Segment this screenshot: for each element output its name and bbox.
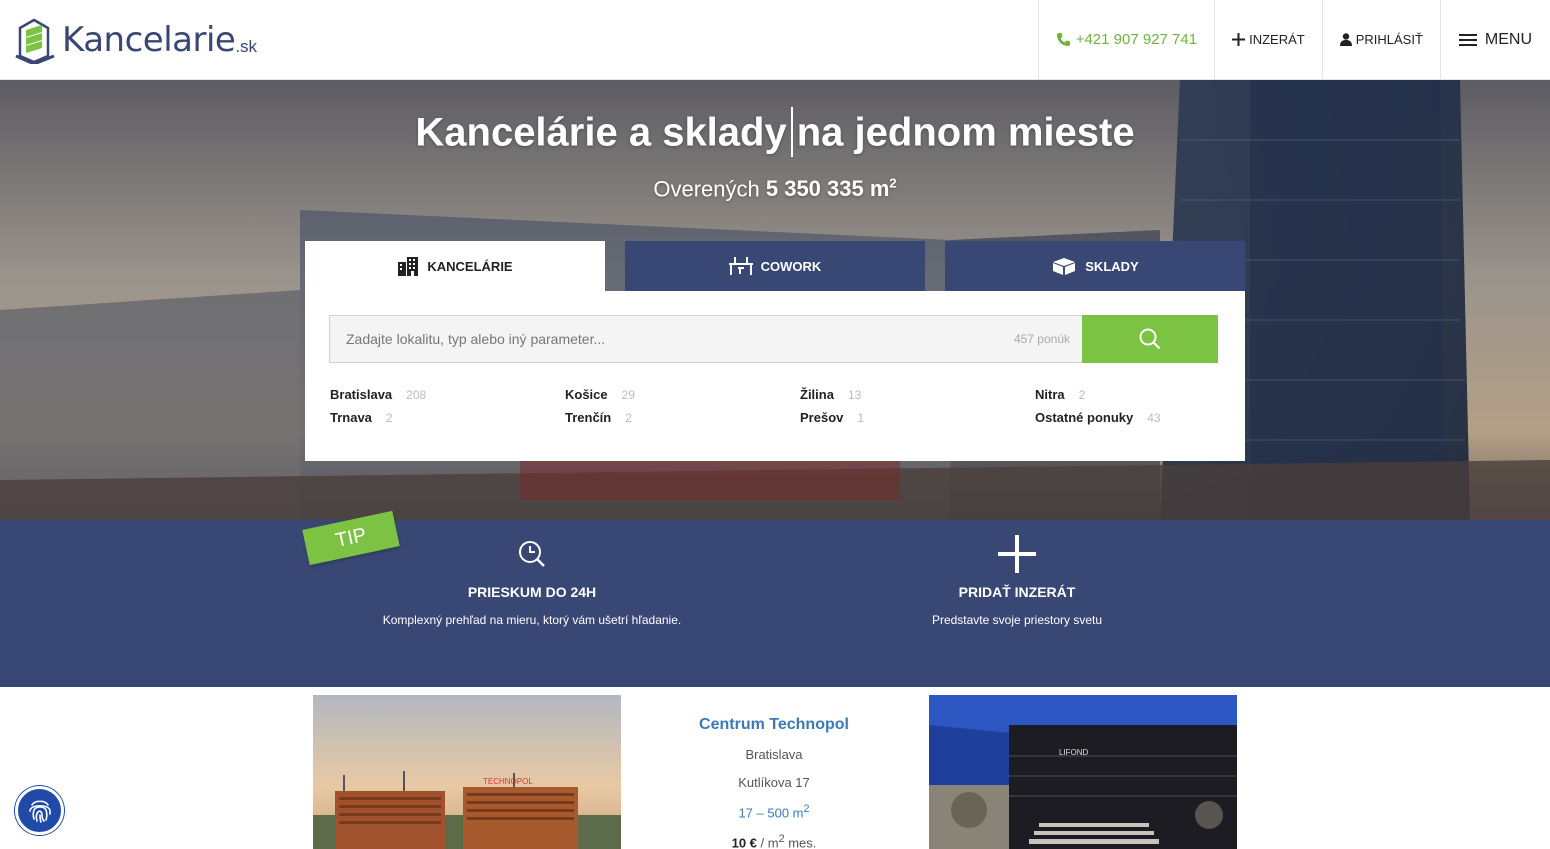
- add-listing-label: INZERÁT: [1249, 32, 1305, 47]
- hero-subtitle: Overených 5 350 335 m2: [0, 176, 1550, 202]
- user-icon: [1339, 33, 1352, 46]
- search-tabs: KANCELÁRIE COWORK SKLADY: [305, 241, 1245, 291]
- city-link-zilina[interactable]: Žilina 13: [800, 387, 1035, 402]
- offer-count: 457 ponúk: [1013, 332, 1070, 346]
- search-input[interactable]: [330, 316, 1014, 362]
- fingerprint-widget-button[interactable]: [15, 786, 64, 835]
- menu-label: MENU: [1484, 30, 1532, 48]
- listing-area: 17 – 500 m2: [738, 803, 810, 821]
- login-label: PRIHLÁSIŤ: [1355, 32, 1423, 47]
- search-box: 457 ponúk: [329, 315, 1083, 363]
- logo-building-icon: [15, 18, 55, 64]
- city-link-presov[interactable]: Prešov 1: [800, 410, 1035, 425]
- listing-street: Kutlíkova 17: [738, 775, 810, 790]
- city-list: Bratislava 208 Košice 29 Žilina 13 Nitra 2 T…: [330, 387, 1220, 425]
- text-cursor: [790, 107, 793, 157]
- city-link-kosice[interactable]: Košice 29: [565, 387, 800, 402]
- fingerprint-icon: [28, 799, 51, 823]
- listing-price: 10 € / m2 mes.: [731, 833, 817, 849]
- feature-research-title: PRIESKUM DO 24H: [467, 584, 597, 600]
- hero-title-part2: na jednom mieste: [796, 110, 1135, 155]
- building-icon: [397, 256, 419, 276]
- features-band: [0, 520, 1550, 687]
- site-logo[interactable]: Kancelarie .sk: [14, 14, 257, 66]
- hero-title: Kancelárie a sklady na jednom mieste: [0, 107, 1550, 160]
- listing-name[interactable]: Centrum Technopol: [620, 716, 928, 734]
- technopol-sign: TECHNOPOL: [483, 777, 533, 786]
- hero-subtitle-value: 5 350 335 m2: [765, 176, 897, 202]
- plus-icon: [1232, 33, 1246, 46]
- listing-photo-lifond[interactable]: LIFOND: [929, 695, 1237, 849]
- search-button[interactable]: [1082, 315, 1218, 363]
- desk-icon: [728, 257, 753, 275]
- listing-photo-technopol[interactable]: TECHNOPOL: [313, 695, 621, 849]
- logo-suffix: .sk: [235, 37, 258, 56]
- city-link-trencin[interactable]: Trenčín 2: [565, 410, 800, 425]
- hamburger-icon: [1458, 33, 1477, 47]
- clock-search-icon: [302, 534, 762, 574]
- hero-subtitle-prefix: Overených: [653, 176, 760, 202]
- tab-kancelarie-label: KANCELÁRIE: [427, 258, 513, 274]
- city-link-nitra[interactable]: Nitra 2: [1035, 387, 1220, 402]
- feature-add-listing[interactable]: PRIDAŤ INZERÁT Predstavte svoje priestor…: [787, 534, 1247, 627]
- box-icon: [1051, 257, 1077, 275]
- add-listing-button[interactable]: INZERÁT: [1214, 0, 1322, 79]
- tab-kancelarie[interactable]: KANCELÁRIE: [305, 241, 605, 291]
- city-link-bratislava[interactable]: Bratislava 208: [330, 387, 565, 402]
- menu-button[interactable]: MENU: [1439, 0, 1550, 79]
- feature-add-listing-desc: Predstavte svoje priestory svetu: [931, 613, 1103, 627]
- phone-icon: [1056, 32, 1070, 47]
- phone-link[interactable]: +421 907 927 741: [1037, 0, 1214, 79]
- listing-card: Centrum Technopol Bratislava Kutlíkova 1…: [620, 716, 928, 849]
- tab-cowork[interactable]: COWORK: [625, 241, 925, 291]
- phone-number: +421 907 927 741: [1075, 31, 1198, 48]
- hero-title-part1: Kancelárie a sklady: [415, 110, 787, 155]
- search-icon: [1139, 328, 1161, 350]
- feature-add-listing-title: PRIDAŤ INZERÁT: [958, 584, 1076, 600]
- city-link-ostatne[interactable]: Ostatné ponuky 43: [1035, 410, 1220, 425]
- feature-research[interactable]: PRIESKUM DO 24H Komplexný prehľad na mie…: [302, 534, 762, 627]
- feature-research-desc: Komplexný prehľad na mieru, ktorý vám uš…: [382, 613, 682, 627]
- tab-cowork-label: COWORK: [760, 258, 822, 274]
- site-header: Kancelarie .sk +421 907 927 741 INZERÁT P…: [0, 0, 1550, 80]
- lifond-sign: LIFOND: [1059, 748, 1089, 757]
- login-button[interactable]: PRIHLÁSIŤ: [1321, 0, 1440, 79]
- tab-sklady[interactable]: SKLADY: [945, 241, 1245, 291]
- top-nav: +421 907 927 741 INZERÁT PRIHLÁSIŤ MENU: [1037, 0, 1550, 79]
- search-panel: 457 ponúk Bratislava208 Košice29 Žilina1…: [305, 291, 1245, 461]
- logo-text: Kancelarie: [62, 20, 236, 60]
- tab-sklady-label: SKLADY: [1085, 258, 1139, 274]
- big-plus-icon: [787, 534, 1247, 574]
- listing-city: Bratislava: [745, 747, 803, 762]
- city-link-trnava[interactable]: Trnava 2: [330, 410, 565, 425]
